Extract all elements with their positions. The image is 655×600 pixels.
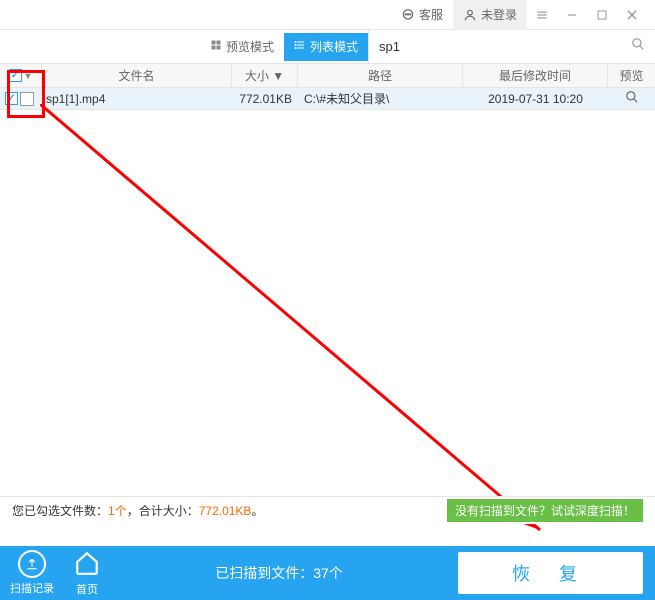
header-path[interactable]: 路径 <box>298 64 463 87</box>
close-button[interactable] <box>617 0 647 30</box>
service-label: 客服 <box>419 6 443 23</box>
preview-magnifier[interactable] <box>608 90 655 107</box>
preview-mode-label: 预览模式 <box>226 38 274 55</box>
scan-status: 已扫描到文件：37个 <box>100 563 458 583</box>
view-mode-group: 预览模式 列表模式 <box>200 33 368 61</box>
scan-record-button[interactable]: 扫描记录 <box>10 550 54 597</box>
list-mode-label: 列表模式 <box>310 38 358 55</box>
list-mode-button[interactable]: 列表模式 <box>284 33 368 61</box>
selection-summary: 您已勾选文件数：1个，合计大小：772.01KB。 <box>12 502 263 519</box>
customer-service-button[interactable]: 客服 <box>391 0 453 30</box>
header-checkbox-cell: ▼ <box>0 64 42 87</box>
cell-path: C:\#未知父目录\ <box>298 90 463 107</box>
preview-mode-button[interactable]: 预览模式 <box>200 33 284 61</box>
export-icon <box>18 550 46 578</box>
titlebar: 客服 未登录 <box>0 0 655 30</box>
home-button[interactable]: 首页 <box>74 550 100 597</box>
cell-filename: sp1[1].mp4 <box>42 92 232 106</box>
search-input[interactable] <box>379 39 631 54</box>
annotation-arrow <box>40 104 580 544</box>
search-box <box>368 30 655 63</box>
maximize-button[interactable] <box>587 0 617 30</box>
cell-size: 772.01KB <box>232 92 298 106</box>
bottom-bar: 扫描记录 首页 已扫描到文件：37个 恢 复 <box>0 546 655 600</box>
chat-icon <box>401 8 415 22</box>
scan-record-label: 扫描记录 <box>10 580 54 596</box>
minimize-button[interactable] <box>557 0 587 30</box>
menu-button[interactable] <box>527 0 557 30</box>
recover-button[interactable]: 恢 复 <box>458 552 643 594</box>
grid-icon <box>210 39 222 54</box>
status-bar: 您已勾选文件数：1个，合计大小：772.01KB。 没有扫描到文件？试试深度扫描… <box>0 496 655 524</box>
table-header: ▼ 文件名 大小 ▼ 路径 最后修改时间 预览 <box>0 64 655 88</box>
search-icon[interactable] <box>631 37 645 56</box>
row-checkbox-cell <box>0 92 42 106</box>
user-icon <box>463 8 477 22</box>
chevron-down-icon[interactable]: ▼ <box>24 71 33 81</box>
cell-time: 2019-07-31 10:20 <box>463 92 608 106</box>
home-label: 首页 <box>76 581 98 597</box>
list-icon <box>294 39 306 54</box>
row-checkbox[interactable] <box>5 92 18 105</box>
login-button[interactable]: 未登录 <box>453 0 527 30</box>
select-all-checkbox[interactable] <box>9 69 22 82</box>
login-label: 未登录 <box>481 6 517 23</box>
header-filename[interactable]: 文件名 <box>42 64 232 87</box>
home-icon <box>74 550 100 579</box>
deep-scan-tip[interactable]: 没有扫描到文件？试试深度扫描！ <box>447 499 643 522</box>
header-preview: 预览 <box>608 64 655 87</box>
header-time[interactable]: 最后修改时间 <box>463 64 608 87</box>
bottom-nav: 扫描记录 首页 <box>0 550 100 597</box>
file-icon <box>20 92 34 106</box>
table-row[interactable]: sp1[1].mp4 772.01KB C:\#未知父目录\ 2019-07-3… <box>0 88 655 110</box>
header-size[interactable]: 大小 ▼ <box>232 64 298 87</box>
toolbar: 预览模式 列表模式 <box>0 30 655 64</box>
